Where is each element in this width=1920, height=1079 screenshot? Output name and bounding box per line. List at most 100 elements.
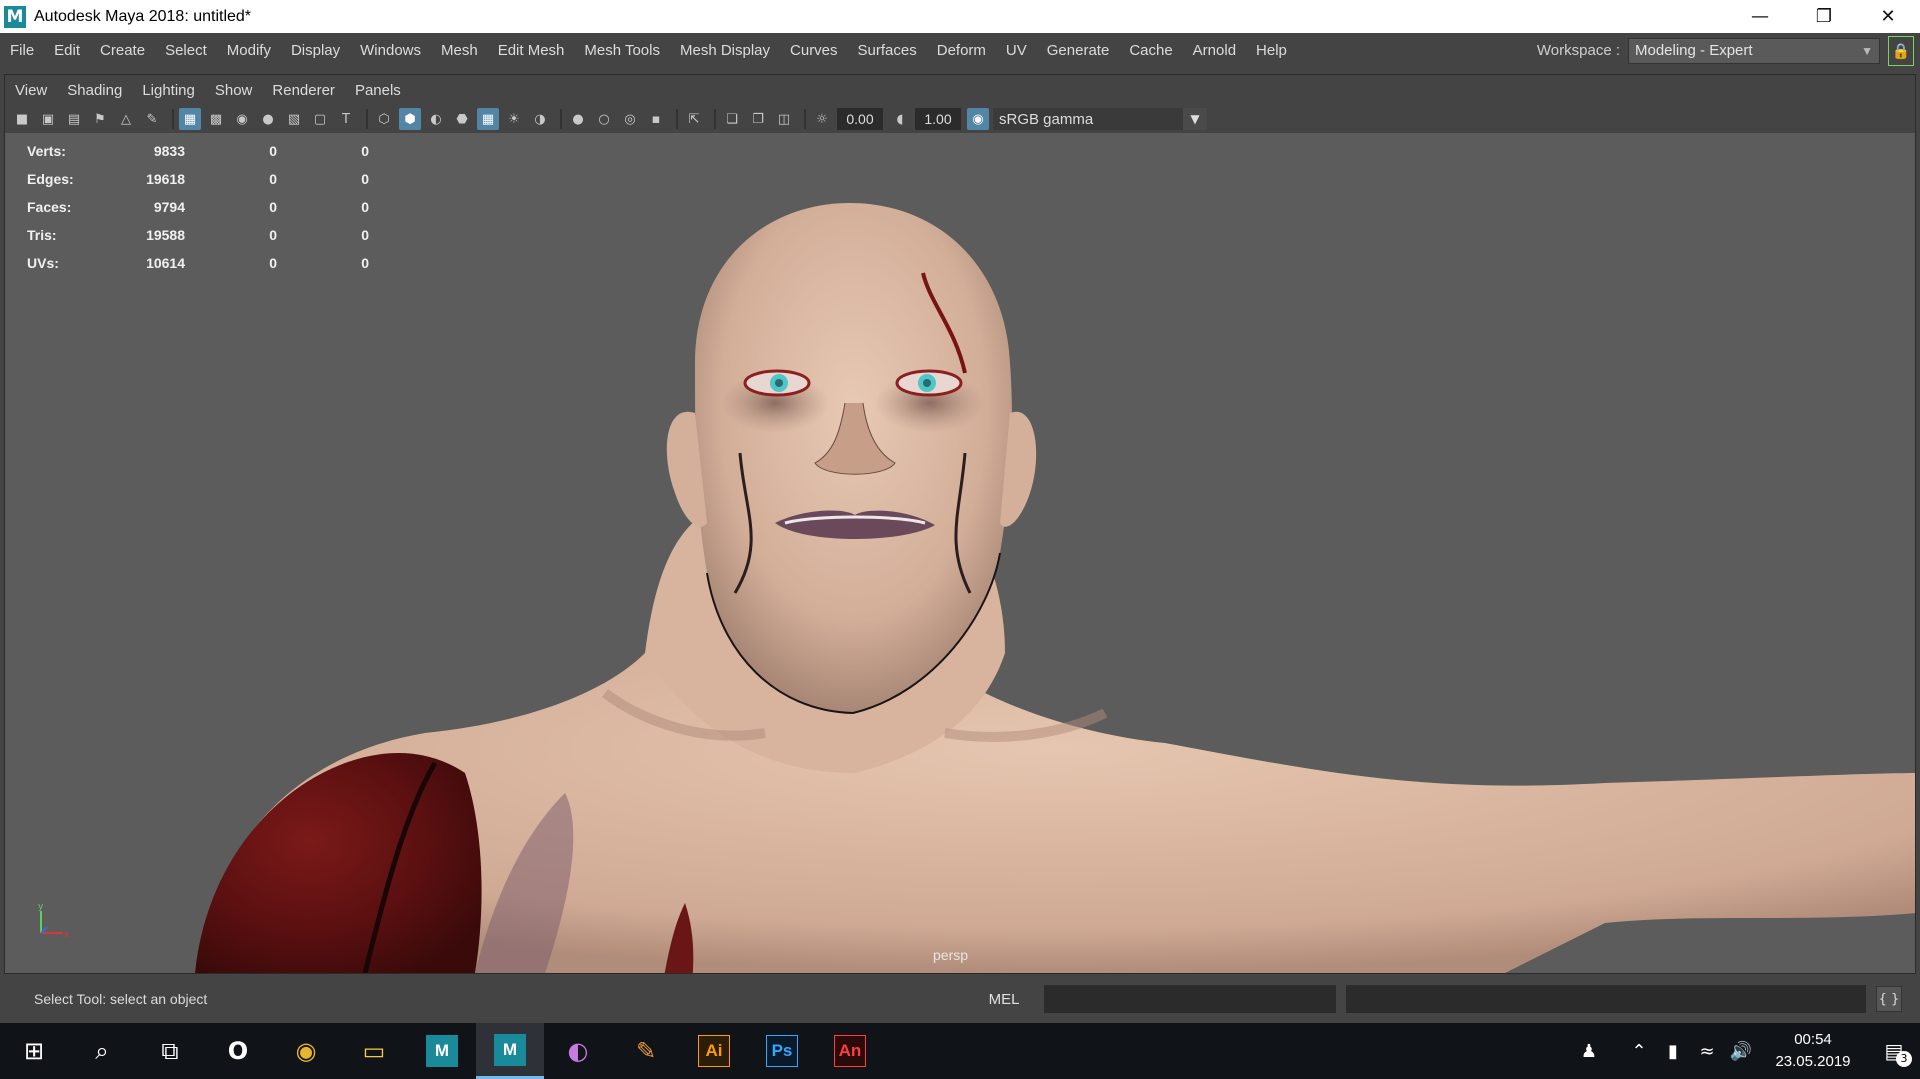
chevron-up-icon[interactable]: ⌃ [1622, 1041, 1656, 1062]
xray-icon[interactable]: ❏ [721, 108, 743, 130]
start-button[interactable]: ⊞ [0, 1023, 68, 1079]
command-line-input[interactable] [1044, 985, 1336, 1013]
smooth-shade-icon[interactable]: ⬢ [399, 108, 421, 130]
menu-help[interactable]: Help [1246, 42, 1297, 59]
xray-components-icon[interactable]: ◫ [773, 108, 795, 130]
isolate-select-icon[interactable]: ⇱ [683, 108, 705, 130]
gamma-icon[interactable]: ◖ [889, 108, 911, 130]
panel-menu-view[interactable]: View [5, 82, 57, 99]
pencil-button[interactable]: ✎ [612, 1023, 680, 1079]
safe-title-icon[interactable]: T [335, 108, 357, 130]
menu-display[interactable]: Display [281, 42, 350, 59]
title-bar: M Autodesk Maya 2018: untitled* — ❐ ✕ [0, 0, 1920, 33]
menu-curves[interactable]: Curves [780, 42, 848, 59]
gate-mask-icon[interactable]: ● [257, 108, 279, 130]
ambient-occlusion-icon[interactable]: ● [567, 108, 589, 130]
toolbar-separator [676, 109, 678, 129]
battery-icon[interactable]: ▮ [1656, 1041, 1690, 1062]
exposure-field[interactable]: 0.00 [837, 108, 883, 130]
grid-icon[interactable]: ▦ [179, 108, 201, 130]
hud-total: 19618 [146, 171, 185, 187]
minimize-button[interactable]: — [1728, 0, 1792, 33]
menu-edit-mesh[interactable]: Edit Mesh [488, 42, 575, 59]
menu-surfaces[interactable]: Surfaces [848, 42, 927, 59]
maya-button[interactable]: M [408, 1023, 476, 1079]
textured-icon[interactable]: ▦ [477, 108, 499, 130]
wireframe-on-shaded-icon[interactable]: ⬣ [451, 108, 473, 130]
clock[interactable]: 00:54 23.05.2019 [1758, 1029, 1868, 1073]
system-tray: ♟ ⌃ ▮ ≈ 🔊 00:54 23.05.2019 ▤ 3 [1572, 1023, 1920, 1079]
image-plane-icon[interactable]: △ [115, 108, 137, 130]
field-chart-icon[interactable]: ▧ [283, 108, 305, 130]
restore-icon: ❐ [1815, 6, 1833, 27]
menu-edit[interactable]: Edit [44, 42, 90, 59]
menu-mesh[interactable]: Mesh [431, 42, 488, 59]
film-gate-icon[interactable]: ▩ [205, 108, 227, 130]
resolution-gate-icon[interactable]: ◉ [231, 108, 253, 130]
wireframe-icon[interactable]: ⬡ [373, 108, 395, 130]
menu-uv[interactable]: UV [996, 42, 1037, 59]
command-language-toggle[interactable]: MEL [964, 991, 1044, 1008]
workspace-dropdown[interactable]: Modeling - Expert ▼ [1628, 37, 1880, 64]
people-icon[interactable]: ♟ [1572, 1041, 1606, 1062]
panel-toolbar: ■ ▣ ▤ ⚑ △ ✎ ▦ ▩ ◉ ● ▧ ▢ T ⬡ ⬢ ◐ ⬣ ▦ ☀ ◑ … [5, 105, 1915, 133]
menu-mesh-display[interactable]: Mesh Display [670, 42, 780, 59]
workspace-lock-button[interactable]: 🔒 [1888, 35, 1914, 66]
menu-windows[interactable]: Windows [350, 42, 431, 59]
3d-viewport[interactable]: Verts: 9833 0 0 Edges: 19618 0 0 Faces: … [5, 133, 1915, 973]
restore-button[interactable]: ❐ [1792, 0, 1856, 33]
illustrator-button[interactable]: Ai [680, 1023, 748, 1079]
anti-aliasing-icon[interactable]: ◎ [619, 108, 641, 130]
menu-deform[interactable]: Deform [927, 42, 996, 59]
menu-select[interactable]: Select [155, 42, 217, 59]
gamma-field[interactable]: 1.00 [915, 108, 961, 130]
axis-x-label: x [64, 930, 70, 940]
xray-joints-icon[interactable]: ❐ [747, 108, 769, 130]
volume-icon[interactable]: 🔊 [1724, 1041, 1758, 1062]
menu-arnold[interactable]: Arnold [1183, 42, 1246, 59]
search-button[interactable]: ⌕ [68, 1023, 136, 1079]
bookmarks-icon[interactable]: ▤ [63, 108, 85, 130]
menu-mesh-tools[interactable]: Mesh Tools [574, 42, 670, 59]
hud-selected: 0 [269, 199, 277, 215]
color-management-icon[interactable]: ◉ [967, 108, 989, 130]
chevron-down-icon[interactable]: ▼ [1183, 108, 1207, 130]
help-line-message: Select Tool: select an object [34, 991, 208, 1007]
lights-icon[interactable]: ☀ [503, 108, 525, 130]
close-button[interactable]: ✕ [1856, 0, 1920, 33]
panel-menu-lighting[interactable]: Lighting [132, 82, 205, 99]
menu-generate[interactable]: Generate [1037, 42, 1120, 59]
menu-cache[interactable]: Cache [1119, 42, 1182, 59]
select-camera-icon[interactable]: ■ [11, 108, 33, 130]
camera-attributes-icon[interactable]: ▣ [37, 108, 59, 130]
view-transform-dropdown[interactable]: sRGB gamma [993, 108, 1183, 130]
color-picker-button[interactable]: ◐ [544, 1023, 612, 1079]
exposure-icon[interactable]: ☼ [811, 108, 833, 130]
grease-pencil-icon[interactable]: ✎ [141, 108, 163, 130]
animate-button[interactable]: An [816, 1023, 884, 1079]
chrome-button[interactable]: ◉ [272, 1023, 340, 1079]
menu-modify[interactable]: Modify [217, 42, 281, 59]
opera-button[interactable]: O [204, 1023, 272, 1079]
hud-total: 9794 [153, 199, 185, 215]
panel-menu-shading[interactable]: Shading [57, 82, 132, 99]
wifi-icon[interactable]: ≈ [1690, 1041, 1724, 1062]
motion-blur-icon[interactable]: ○ [593, 108, 615, 130]
task-view-button[interactable]: ⧉ [136, 1023, 204, 1079]
photoshop-button[interactable]: Ps [748, 1023, 816, 1079]
default-material-icon[interactable]: ◐ [425, 108, 447, 130]
shadows-icon[interactable]: ◑ [529, 108, 551, 130]
maya-active-button[interactable]: M [476, 1023, 544, 1079]
panel-menu-show[interactable]: Show [205, 82, 263, 99]
panel-menu-panels[interactable]: Panels [345, 82, 411, 99]
action-center-button[interactable]: ▤ 3 [1868, 1039, 1920, 1067]
panel-menu-renderer[interactable]: Renderer [262, 82, 345, 99]
bookmark-icon[interactable]: ⚑ [89, 108, 111, 130]
hud-row-faces: Faces: 9794 0 0 [27, 193, 369, 221]
safe-action-icon[interactable]: ▢ [309, 108, 331, 130]
script-editor-button[interactable]: { } [1876, 986, 1902, 1012]
file-explorer-button[interactable]: ▭ [340, 1023, 408, 1079]
menu-create[interactable]: Create [90, 42, 155, 59]
menu-file[interactable]: File [0, 42, 44, 59]
depth-of-field-icon[interactable]: ▪ [645, 108, 667, 130]
